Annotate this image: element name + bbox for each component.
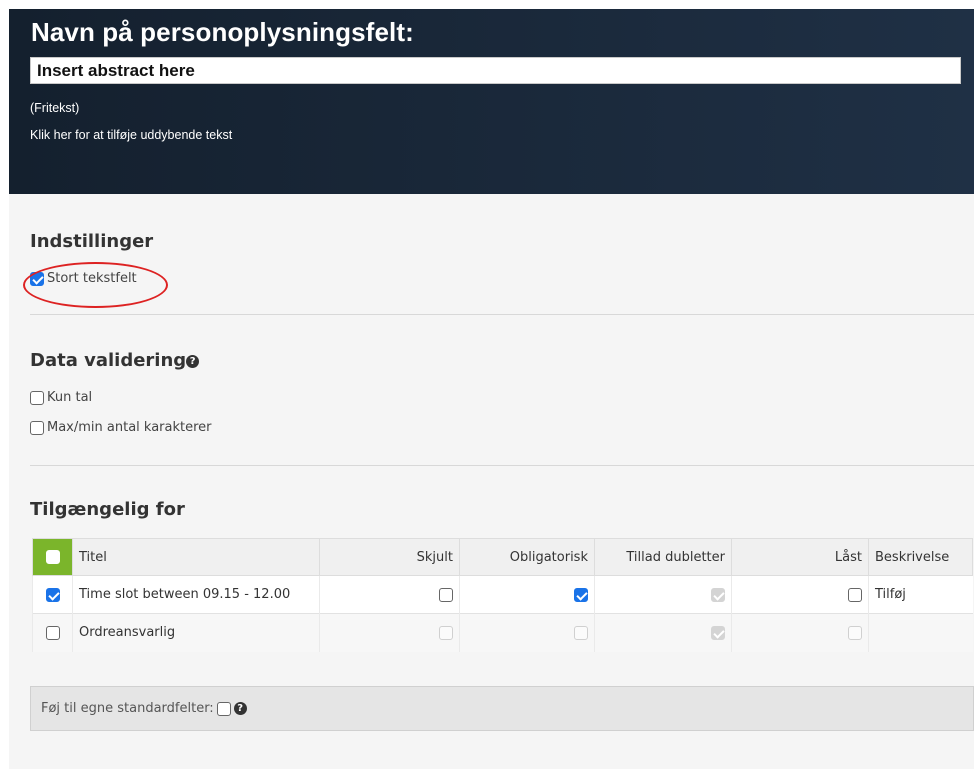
required-cell: [459, 613, 595, 652]
row-select-checkbox[interactable]: [45, 587, 60, 602]
col-hidden[interactable]: Skjult: [319, 538, 460, 576]
table-header-row: Titel Skjult Obligatorisk Tillad dublett…: [32, 538, 973, 576]
annotation-circle: [23, 262, 168, 308]
required-checkbox[interactable]: [574, 587, 588, 602]
row-select-checkbox[interactable]: [45, 625, 60, 640]
question-circle-icon[interactable]: ?: [233, 702, 247, 715]
locked-cell: [731, 575, 869, 614]
availability-title: Tilgængelig for: [30, 499, 185, 520]
table-row: Ordreansvarlig: [32, 613, 973, 652]
validation-title-text: Data validering: [30, 350, 187, 371]
row-select-cell: [32, 613, 73, 652]
col-required[interactable]: Obligatorisk: [459, 538, 595, 576]
field-type-hint: (Fritekst): [30, 101, 80, 115]
duplicates-checkbox: [711, 587, 725, 602]
locked-checkbox: [848, 625, 862, 640]
hidden-cell: [319, 613, 460, 652]
row-title: Ordreansvarlig: [72, 613, 320, 652]
col-locked[interactable]: Låst: [731, 538, 869, 576]
char-limit-label: Max/min antal karakterer: [47, 420, 212, 435]
numbers-only-checkbox[interactable]: [30, 390, 44, 405]
hidden-cell: [319, 575, 460, 614]
numbers-only-option[interactable]: Kun tal: [30, 390, 92, 405]
duplicates-cell: [594, 575, 732, 614]
select-all-checkbox[interactable]: [45, 550, 60, 564]
select-all-cell: [32, 538, 73, 576]
char-limit-option[interactable]: Max/min antal karakterer: [30, 420, 212, 435]
abstract-input[interactable]: Insert abstract here: [30, 57, 961, 84]
numbers-only-label: Kun tal: [47, 390, 93, 405]
row-title: Time slot between 09.15 - 12.00: [72, 575, 320, 614]
availability-table: Titel Skjult Obligatorisk Tillad dublett…: [32, 538, 973, 652]
required-cell: [459, 575, 595, 614]
col-allow-duplicates[interactable]: Tillad dubletter: [594, 538, 732, 576]
col-title[interactable]: Titel: [72, 538, 320, 576]
locked-checkbox[interactable]: [848, 587, 862, 602]
duplicates-checkbox: [711, 625, 725, 640]
col-description[interactable]: Beskrivelse: [868, 538, 973, 576]
settings-title: Indstillinger: [30, 231, 154, 252]
char-limit-checkbox[interactable]: [30, 420, 44, 435]
validation-title: Data validering?: [30, 350, 200, 371]
description-cell: [868, 613, 973, 652]
page: Navn på personoplysningsfelt: Insert abs…: [9, 9, 974, 769]
divider: [30, 465, 974, 466]
required-checkbox: [574, 625, 588, 640]
standard-fields-checkbox[interactable]: [216, 701, 231, 716]
description-cell[interactable]: Tilføj: [868, 575, 973, 614]
question-circle-icon[interactable]: ?: [186, 354, 200, 368]
add-description-link[interactable]: Klik her for at tilføje uddybende tekst: [30, 128, 232, 142]
field-header: Navn på personoplysningsfelt: Insert abs…: [9, 9, 974, 194]
row-select-cell: [32, 575, 73, 614]
hidden-checkbox[interactable]: [439, 587, 453, 602]
locked-cell: [731, 613, 869, 652]
divider: [30, 314, 974, 315]
hidden-checkbox: [439, 625, 453, 640]
field-name-title: Navn på personoplysningsfelt:: [31, 17, 414, 47]
table-row: Time slot between 09.15 - 12.00 Tilføj: [32, 575, 973, 614]
standard-fields-label: Føj til egne standardfelter:: [41, 701, 214, 716]
duplicates-cell: [594, 613, 732, 652]
standard-fields-box: Føj til egne standardfelter: ?: [30, 686, 974, 731]
